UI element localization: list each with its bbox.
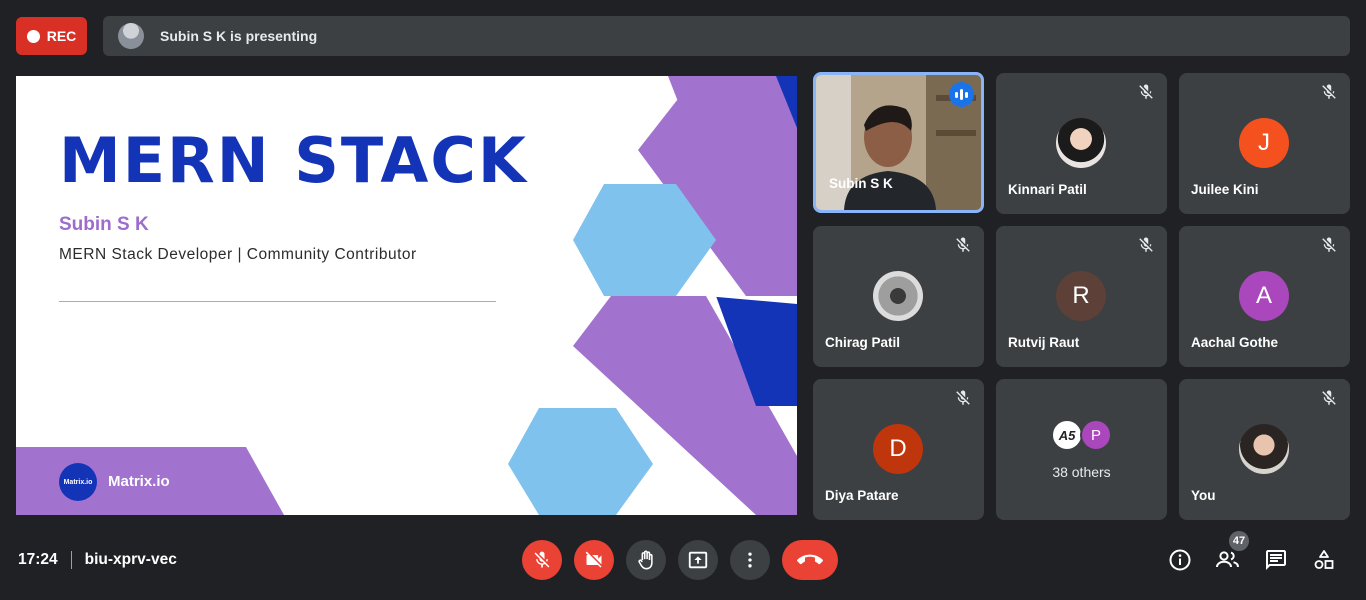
- participant-avatar: D: [873, 424, 923, 474]
- participant-tile-chirag[interactable]: Chirag Patil: [813, 226, 984, 367]
- end-call-icon: [797, 554, 823, 565]
- others-count-label: 38 others: [1052, 464, 1111, 480]
- mic-off-icon: [534, 551, 550, 568]
- participant-tile-rutvij[interactable]: R Rutvij Raut: [996, 226, 1167, 367]
- slide-presenter-name: Subin S K: [59, 214, 149, 235]
- participant-count-badge: 47: [1229, 531, 1249, 551]
- presenting-banner: Subin S K is presenting: [103, 16, 1350, 56]
- recording-indicator: REC: [16, 17, 87, 55]
- divider: [70, 551, 72, 569]
- brand-logo: Matrix.io: [59, 463, 97, 501]
- slide-presenter-role: MERN Stack Developer | Community Contrib…: [59, 246, 417, 263]
- presenting-text: Subin S K is presenting: [160, 28, 318, 44]
- mic-off-icon: [1139, 84, 1153, 99]
- participant-name: You: [1191, 488, 1216, 503]
- mic-off-icon: [1322, 390, 1336, 405]
- participant-tile-aachal[interactable]: A Aachal Gothe: [1179, 226, 1350, 367]
- more-vert-icon: [748, 552, 752, 568]
- participant-name: Subin S K: [829, 176, 893, 191]
- participant-avatar: A: [1239, 271, 1289, 321]
- present-icon: [688, 551, 708, 569]
- participant-name: Aachal Gothe: [1191, 335, 1279, 350]
- more-options-button[interactable]: [730, 540, 770, 580]
- participant-avatar: [1239, 424, 1289, 474]
- speaking-indicator-icon: [949, 82, 974, 107]
- clock-time: 17:24: [18, 551, 58, 568]
- people-icon: [1216, 551, 1239, 568]
- participant-avatar: J: [1239, 118, 1289, 168]
- camera-off-icon: [585, 551, 602, 568]
- recording-label: REC: [46, 28, 77, 44]
- presentation-slide: MERN STACK Subin S K MERN Stack Develope…: [16, 76, 797, 515]
- mic-off-icon: [956, 390, 970, 405]
- participant-name: Juilee Kini: [1191, 182, 1259, 197]
- participant-tile-juilee[interactable]: J Juilee Kini: [1179, 73, 1350, 214]
- present-now-button[interactable]: [678, 540, 718, 580]
- others-avatar-2: P: [1080, 419, 1112, 451]
- meeting-code: biu-xprv-vec: [84, 551, 177, 568]
- chat-button[interactable]: [1261, 545, 1291, 575]
- raise-hand-button[interactable]: [626, 540, 666, 580]
- participant-tile-kinnari[interactable]: Kinnari Patil: [996, 73, 1167, 214]
- leave-call-button[interactable]: [782, 540, 838, 580]
- activities-button[interactable]: [1309, 545, 1339, 575]
- others-avatar-1: A5: [1051, 419, 1083, 451]
- mic-off-icon: [1322, 84, 1336, 99]
- mic-off-icon: [1139, 237, 1153, 252]
- info-icon: [1169, 549, 1191, 571]
- presenter-avatar: [118, 23, 144, 49]
- participant-avatar: [1056, 118, 1106, 168]
- slide-title: MERN STACK: [59, 124, 528, 197]
- participant-avatar: R: [1056, 271, 1106, 321]
- participant-tile-you[interactable]: You: [1179, 379, 1350, 520]
- participant-tile-subin[interactable]: Subin S K: [813, 72, 984, 213]
- chat-icon: [1266, 550, 1286, 570]
- participant-name: Kinnari Patil: [1008, 182, 1087, 197]
- microphone-toggle-button[interactable]: [522, 540, 562, 580]
- camera-toggle-button[interactable]: [574, 540, 614, 580]
- meeting-details-button[interactable]: [1165, 545, 1195, 575]
- meeting-info: 17:24 biu-xprv-vec: [18, 551, 177, 569]
- brand-name: Matrix.io: [108, 473, 170, 490]
- participant-name: Chirag Patil: [825, 335, 901, 350]
- slide-divider: [59, 301, 496, 302]
- mic-off-icon: [956, 237, 970, 252]
- others-tile[interactable]: A5 P 38 others: [996, 379, 1167, 520]
- mic-off-icon: [1322, 237, 1336, 252]
- raise-hand-icon: [638, 550, 653, 570]
- participant-name: Diya Patare: [825, 488, 899, 503]
- record-dot-icon: [26, 29, 40, 43]
- activities-icon: [1314, 550, 1334, 569]
- participant-name: Rutvij Raut: [1008, 335, 1080, 350]
- participant-avatar: [873, 271, 923, 321]
- participant-tile-diya[interactable]: D Diya Patare: [813, 379, 984, 520]
